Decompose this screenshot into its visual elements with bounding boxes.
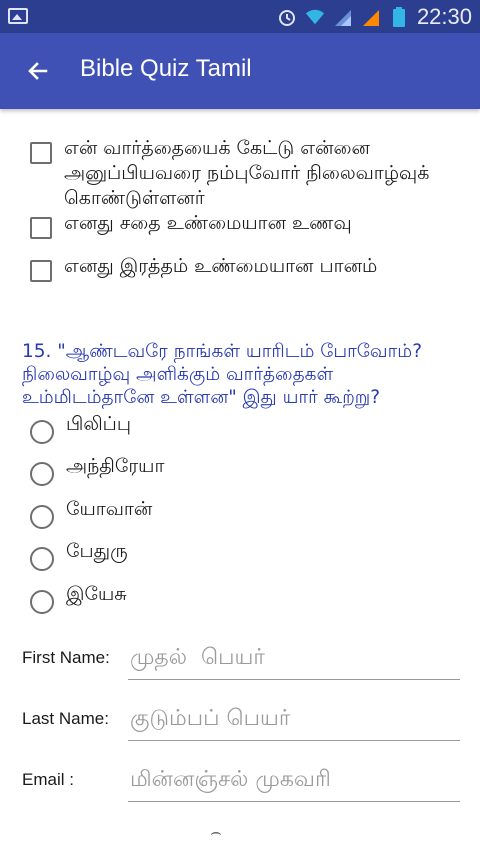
radio-button[interactable] [30,420,54,444]
checkbox-label: எனது சதை உண்மையான உணவு [64,212,352,234]
radio-option[interactable]: அந்திரேயா [30,455,164,486]
image-icon [8,8,28,24]
checkbox[interactable] [30,217,52,239]
checkbox[interactable] [30,260,52,282]
alarm-icon [277,7,297,27]
signal-icon [333,7,353,27]
radio-label: பிலிப்பு [66,412,131,435]
checkbox[interactable] [30,142,52,164]
checkbox-option[interactable]: என் வார்த்தையைக் கேட்டு என்னை அனுப்பியவர… [30,136,444,211]
first-name-input[interactable] [128,636,460,680]
radio-option[interactable]: யோவான் [30,498,152,529]
battery-icon [389,6,409,27]
last-name-row: Last Name: [22,697,462,745]
radio-label: யோவான் [66,497,153,520]
radio-button[interactable] [30,590,54,614]
radio-option[interactable]: இயேசு [30,583,127,614]
radio-label: பேதுரு [66,539,128,562]
checkbox-option[interactable]: எனது இரத்தம் உண்மையான பானம் [30,254,444,282]
radio-button[interactable] [30,505,54,529]
first-name-row: First Name: [22,636,462,684]
last-name-label: Last Name: [22,709,109,728]
question-text: 15. "ஆண்டவரே நாங்கள் யாரிடம் போவோம்? நில… [22,341,423,408]
arrow-left-icon [28,62,48,80]
first-name-label: First Name: [22,648,110,667]
radio-option[interactable]: பிலிப்பு [30,413,131,444]
email-row: Email : [22,758,462,806]
checkbox-option[interactable]: எனது சதை உண்மையான உணவு [30,211,444,239]
radio-label: இயேசு [66,582,127,605]
checkbox-label: எனது இரத்தம் உண்மையான பானம் [64,255,378,277]
back-button[interactable] [18,51,58,91]
cut-off-content: ⌢ [210,822,222,843]
radio-label: அந்திரேயா [66,454,165,477]
checkbox-label: என் வார்த்தையைக் கேட்டு என்னை அனுப்பியவர… [64,137,430,209]
radio-option[interactable]: பேதுரு [30,540,128,571]
last-name-input[interactable] [128,697,460,741]
email-label: Email : [22,770,74,789]
status-time: 22:30 [416,3,472,29]
status-bar: 22:30 [0,0,480,33]
app-bar: Bible Quiz Tamil [0,33,480,109]
wifi-icon [305,7,325,27]
page-title: Bible Quiz Tamil [80,55,252,82]
status-icons: 22:30 [277,0,472,33]
radio-button[interactable] [30,547,54,571]
radio-button[interactable] [30,462,54,486]
signal-icon-2 [361,7,381,27]
email-input[interactable] [128,758,460,802]
